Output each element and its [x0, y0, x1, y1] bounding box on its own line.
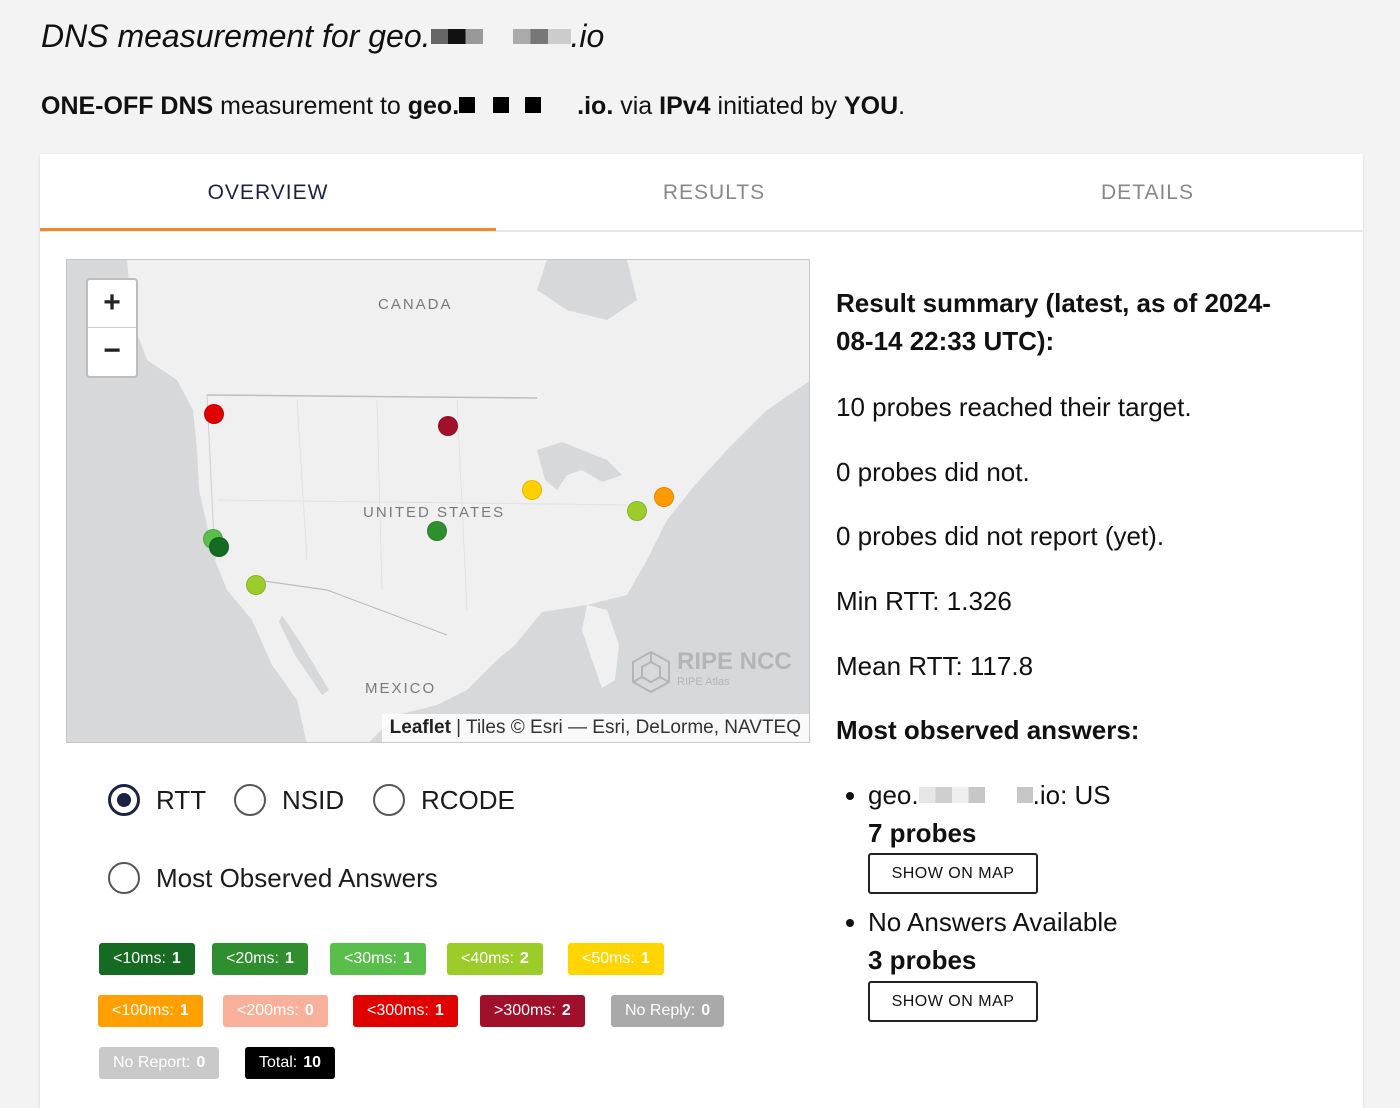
tab-details[interactable]: DETAILS: [932, 154, 1363, 232]
summary-heading: Result summary (latest, as of 2024-08-14…: [836, 288, 1271, 356]
legend-badge[interactable]: <30ms: 1: [330, 943, 426, 975]
redacted-block: [918, 787, 985, 804]
probe-marker[interactable]: [522, 480, 542, 500]
show-on-map-button[interactable]: SHOW ON MAP: [868, 981, 1038, 1022]
measurement-card: OVERVIEW RESULTS DETAILS + − CANADA UNIT…: [40, 154, 1363, 1108]
legend-badge[interactable]: <50ms: 1: [568, 943, 664, 975]
legend-badge[interactable]: <200ms: 0: [223, 995, 328, 1027]
probe-marker[interactable]: [246, 575, 266, 595]
rtt-radio[interactable]: [108, 784, 140, 816]
list-bullet: [846, 919, 854, 927]
probe-marker[interactable]: [438, 416, 458, 436]
map-label-mexico: MEXICO: [365, 680, 437, 697]
tab-bar: OVERVIEW RESULTS DETAILS: [40, 154, 1363, 232]
show-on-map-button[interactable]: SHOW ON MAP: [868, 853, 1038, 894]
answer-probe-count: 3 probes: [868, 945, 977, 975]
answer-probe-count: 7 probes: [868, 818, 977, 848]
nsid-radio[interactable]: [234, 784, 266, 816]
measurement-subtitle: ONE-OFF DNS measurement to geo. .io. via …: [41, 92, 906, 120]
legend-badge[interactable]: <300ms: 1: [353, 995, 458, 1027]
zoom-out-button[interactable]: −: [88, 328, 136, 376]
tab-results[interactable]: RESULTS: [496, 154, 932, 232]
legend-badge[interactable]: No Report: 0: [99, 1047, 220, 1079]
list-bullet: [846, 792, 854, 800]
redacted-block: [459, 97, 476, 114]
leaflet-link[interactable]: Leaflet: [390, 717, 451, 738]
summary-not-reached: 0 probes did not.: [836, 457, 1030, 487]
legend-badge[interactable]: <40ms: 2: [447, 943, 543, 975]
redacted-block: [493, 97, 510, 114]
option-nsid[interactable]: NSID: [234, 784, 344, 816]
redacted-block: [475, 97, 493, 113]
probe-marker[interactable]: [427, 521, 447, 541]
legend-badge[interactable]: >300ms: 2: [480, 995, 585, 1027]
rcode-radio[interactable]: [373, 784, 405, 816]
legend-badge[interactable]: <10ms: 1: [99, 943, 195, 975]
redacted-block: [512, 29, 571, 45]
redacted-block: [541, 97, 577, 113]
redacted-block: [525, 97, 542, 114]
most-observed-radio[interactable]: [108, 862, 140, 894]
option-most-observed-answers[interactable]: Most Observed Answers: [108, 862, 438, 894]
tab-overview[interactable]: OVERVIEW: [40, 154, 496, 231]
zoom-control: + −: [86, 278, 138, 378]
zoom-in-button[interactable]: +: [88, 280, 136, 328]
map-attribution: Leaflet | Tiles © Esri — Esri, DeLorme, …: [381, 714, 809, 742]
probe-marker[interactable]: [204, 404, 224, 424]
summary-reached: 10 probes reached their target.: [836, 392, 1192, 422]
legend-badge[interactable]: Total: 10: [245, 1047, 336, 1079]
map-label-united-states: UNITED STATES: [363, 504, 506, 521]
answer-item-geo: geo. .io: US: [868, 780, 1111, 810]
ripe-cube-icon: [632, 650, 670, 694]
legend-badge[interactable]: <20ms: 1: [212, 943, 308, 975]
probe-map[interactable]: + − CANADA UNITED STATES MEXICO RIPE NCC…: [66, 259, 810, 743]
option-rtt[interactable]: RTT: [108, 784, 206, 816]
answer-item-no-answers: No Answers Available: [868, 907, 1118, 937]
redacted-block: [985, 787, 1017, 803]
summary-not-reported: 0 probes did not report (yet).: [836, 521, 1165, 551]
redacted-block: [1016, 787, 1033, 804]
page-title: DNS measurement for geo. .io: [41, 18, 605, 54]
ripe-logo-subtitle: RIPE Atlas: [677, 676, 730, 688]
redacted-block: [430, 29, 483, 45]
ripe-ncc-logo: RIPE NCC RIPE Atlas: [629, 648, 799, 698]
option-rcode[interactable]: RCODE: [373, 784, 515, 816]
answers-heading: Most observed answers:: [836, 715, 1140, 745]
ripe-logo-title: RIPE NCC: [677, 648, 792, 675]
legend-badge[interactable]: <100ms: 1: [98, 995, 203, 1027]
result-summary: Result summary (latest, as of 2024-08-14…: [836, 284, 1306, 360]
summary-min-rtt: Min RTT: 1.326: [836, 586, 1012, 616]
redacted-block: [483, 29, 513, 44]
probe-marker[interactable]: [627, 501, 647, 521]
map-label-canada: CANADA: [378, 296, 453, 313]
probe-marker[interactable]: [209, 537, 229, 557]
legend-badge[interactable]: No Reply: 0: [611, 995, 725, 1027]
probe-marker[interactable]: [654, 487, 674, 507]
summary-mean-rtt: Mean RTT: 117.8: [836, 651, 1034, 681]
redacted-block: [509, 97, 525, 113]
